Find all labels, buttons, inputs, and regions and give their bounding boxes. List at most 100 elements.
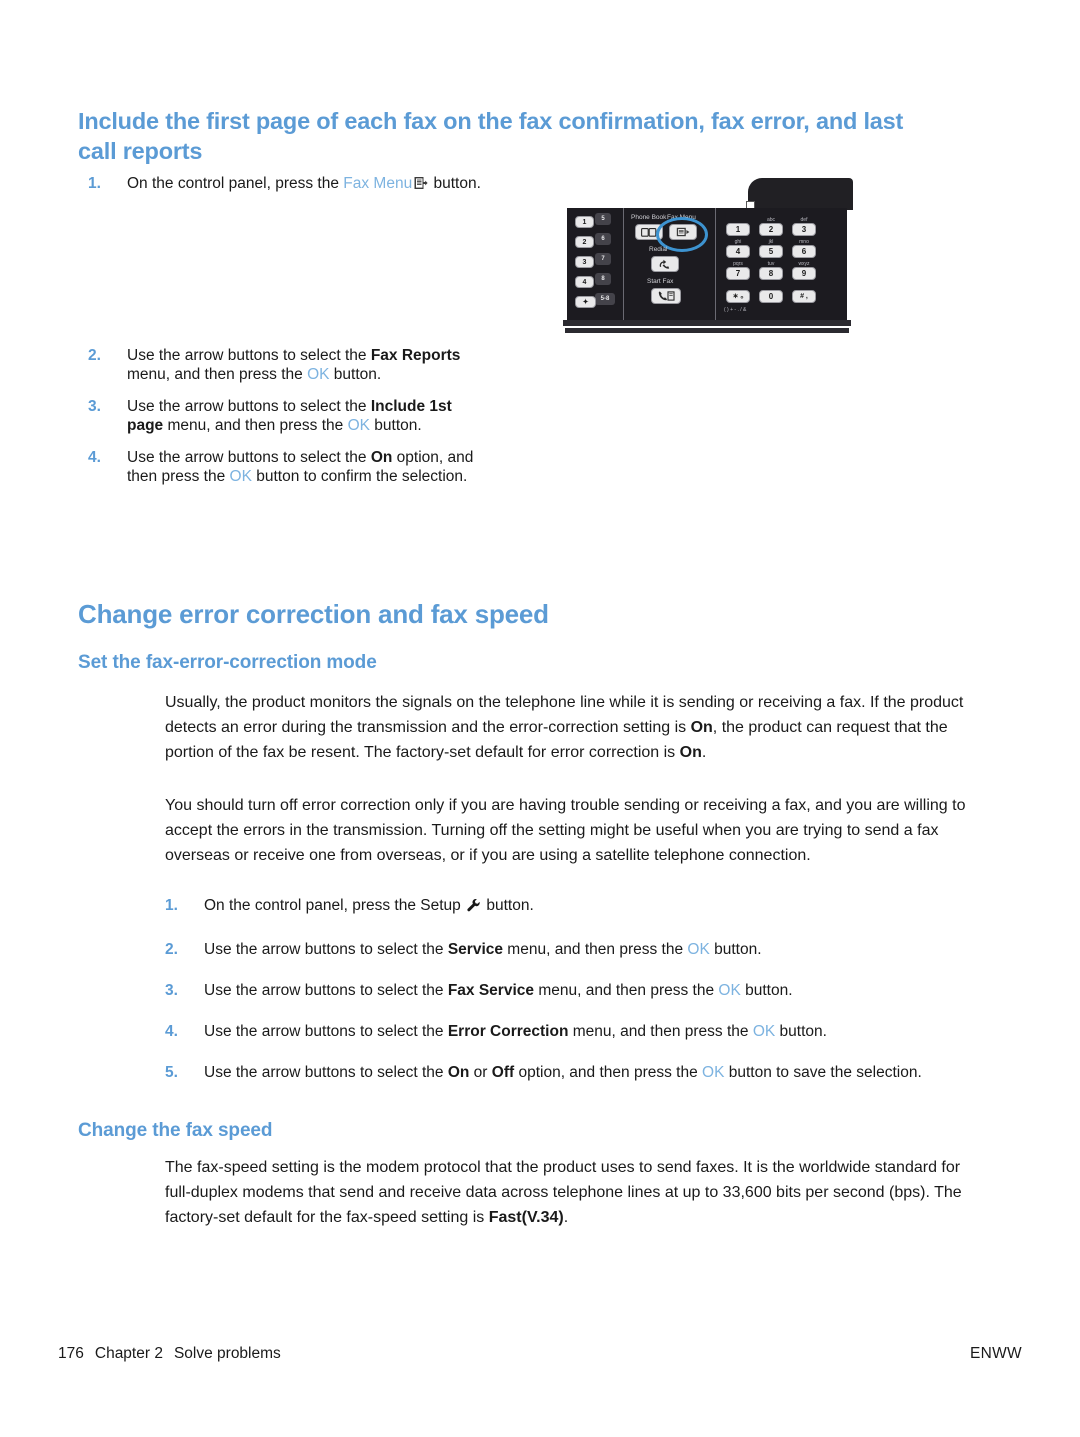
step-number: 1. [165, 897, 178, 914]
step-text-mid: menu, and then press the [127, 366, 308, 383]
keypad-key-2[interactable]: 2 [759, 223, 783, 236]
step-text-prefix: Use the arrow buttons to select the [204, 982, 448, 999]
step-text-suffix: button. [740, 982, 793, 999]
step-bold-term: Error Correction [447, 1023, 569, 1040]
document-page: Include the first page of each fax on th… [0, 0, 1080, 1437]
step-text-suffix: button to save the selection. [724, 1064, 922, 1081]
start-fax-label: Start Fax [647, 278, 674, 285]
step-text: Use the arrow buttons to select the On o… [127, 448, 482, 486]
keypad-key-3[interactable]: 3 [792, 223, 816, 236]
step-text-prefix: Use the arrow buttons to select the [127, 398, 371, 415]
list-item-step-2: 2. Use the arrow buttons to select the S… [165, 940, 994, 959]
redial-label: Redial [649, 246, 668, 253]
fax-menu-link[interactable]: Fax Menu [343, 175, 412, 192]
keypad-symbol-row: ( ) + - . / & [724, 307, 747, 313]
step-text: On the control panel, press the Fax Menu… [127, 174, 482, 196]
speed-dial-alt-1: 5 [595, 213, 611, 225]
subsection-heading-change-fax-speed: Change the fax speed [78, 1120, 273, 1141]
redial-button[interactable] [651, 256, 679, 272]
speed-dial-alt-2: 6 [595, 233, 611, 245]
step-text: On the control panel, press the Setup bu… [204, 896, 994, 918]
step-number: 5. [165, 1064, 178, 1081]
step-number: 4. [88, 449, 101, 466]
printer-lid-shape [748, 178, 853, 210]
step-text-suffix: button. [329, 366, 382, 383]
speed-dial-key-shift[interactable]: ✦ [575, 296, 596, 308]
keypad-key-5[interactable]: 5 [759, 245, 783, 258]
keypad-key-pound[interactable]: # , [792, 290, 816, 303]
control-panel-base-line-2 [565, 328, 849, 333]
ok-link[interactable]: OK [307, 366, 329, 383]
speed-dial-key-2[interactable]: 2 [575, 236, 594, 248]
fax-menu-icon [413, 176, 428, 196]
step-bold-term: On [370, 449, 393, 466]
keypad-key-6[interactable]: 6 [792, 245, 816, 258]
step-text-prefix: Use the arrow buttons to select the [204, 1023, 448, 1040]
paragraph-error-correction-intro: Usually, the product monitors the signal… [165, 690, 985, 765]
step-text-suffix: button to confirm the selection. [251, 468, 468, 485]
keypad-key-1[interactable]: 1 [726, 223, 750, 236]
step-text-prefix: Use the arrow buttons to select the [127, 449, 371, 466]
start-fax-button[interactable] [651, 288, 681, 304]
speed-dial-key-4[interactable]: 4 [575, 276, 594, 288]
footer-chapter: Chapter 2 [94, 1345, 163, 1362]
ok-link[interactable]: OK [718, 982, 740, 999]
step-text-suffix: button. [775, 1023, 827, 1040]
redial-icon [659, 259, 670, 269]
speed-dial-alt-5-8: 5-8 [595, 293, 615, 305]
step-text: Use the arrow buttons to select the Erro… [204, 1022, 994, 1041]
step-text-suffix: button. [429, 175, 481, 192]
paragraph-bold-on-1: On [690, 719, 713, 736]
steps-list-error-correction: 1. On the control panel, press the Setup… [165, 896, 994, 1104]
step-text-prefix: On the control panel, press the Setup [204, 897, 466, 914]
paragraph-text-part-3: . [701, 744, 707, 761]
list-item-step-3: 3. Use the arrow buttons to select the I… [88, 397, 482, 435]
ok-link[interactable]: OK [348, 417, 370, 434]
ok-link[interactable]: OK [753, 1023, 775, 1040]
control-panel-base-line-1 [563, 320, 851, 326]
ok-link[interactable]: OK [702, 1064, 724, 1081]
footer-left: 176 Chapter 2 Solve problems [58, 1345, 281, 1363]
step-text: Use the arrow buttons to select the On o… [204, 1063, 994, 1082]
control-panel-divider-right [715, 208, 716, 320]
speed-dial-alt-3: 7 [595, 253, 611, 265]
footer-locale-code: ENWW [970, 1345, 1022, 1362]
step-bold-term: Service [447, 941, 503, 958]
step-number: 3. [165, 982, 178, 999]
step-number: 3. [88, 398, 101, 415]
step-text-mid: menu, and then press the [568, 1023, 753, 1040]
list-item-step-1: 1. On the control panel, press the Fax M… [88, 174, 482, 196]
step-text-or: or [469, 1064, 492, 1081]
step-number: 2. [88, 347, 101, 364]
step-text-mid: option, and then press the [514, 1064, 703, 1081]
paragraph-bold-on-2: On [679, 744, 702, 761]
step-text-mid: menu, and then press the [534, 982, 719, 999]
step-bold-term-off: Off [491, 1064, 515, 1081]
keypad-key-8[interactable]: 8 [759, 267, 783, 280]
step-text-prefix: On the control panel, press the [127, 175, 344, 192]
footer-page-number: 176 [58, 1345, 84, 1362]
keypad-key-0[interactable]: 0 [759, 290, 783, 303]
step-text-suffix: button. [709, 941, 762, 958]
step-text-prefix: Use the arrow buttons to select the [204, 1064, 448, 1081]
speed-dial-key-3[interactable]: 3 [575, 256, 594, 268]
step-text-mid: menu, and then press the [503, 941, 688, 958]
speed-dial-alt-4: 8 [595, 273, 611, 285]
list-item-step-4: 4. Use the arrow buttons to select the E… [165, 1022, 994, 1041]
wrench-icon [466, 898, 481, 918]
keypad-key-7[interactable]: 7 [726, 267, 750, 280]
ok-link[interactable]: OK [687, 941, 709, 958]
keypad-key-4[interactable]: 4 [726, 245, 750, 258]
step-text: Use the arrow buttons to select the Fax … [204, 981, 994, 1000]
keypad-key-star[interactable]: ∗ ₒ [726, 290, 750, 303]
paragraph-turn-off-error-correction: You should turn off error correction onl… [165, 797, 966, 864]
phone-book-label: Phone Book [631, 214, 667, 221]
ok-link[interactable]: OK [230, 468, 252, 485]
keypad-key-9[interactable]: 9 [792, 267, 816, 280]
list-item-step-4: 4. Use the arrow buttons to select the O… [88, 448, 482, 486]
step-text-suffix: button. [370, 417, 422, 434]
step-bold-term: Fax Service [447, 982, 535, 999]
control-panel-divider-left [623, 208, 624, 320]
step-text-prefix: Use the arrow buttons to select the [204, 941, 448, 958]
speed-dial-key-1[interactable]: 1 [575, 216, 594, 228]
